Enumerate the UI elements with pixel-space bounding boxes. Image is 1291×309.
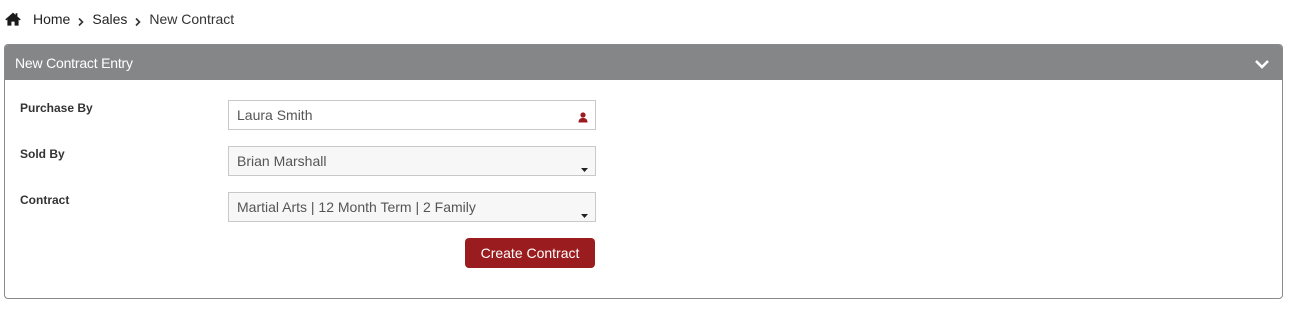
form-row-purchase-by: Purchase By Laura Smith (5, 100, 1282, 130)
purchase-by-value: Laura Smith (237, 107, 313, 123)
contract-value: Martial Arts | 12 Month Term | 2 Family (237, 199, 476, 215)
sold-by-value: Brian Marshall (237, 153, 327, 169)
form-row-sold-by: Sold By Brian Marshall (5, 146, 1282, 176)
breadcrumb: Home Sales New Contract (5, 9, 234, 29)
breadcrumb-item-sales[interactable]: Sales (92, 11, 127, 27)
purchase-by-input[interactable]: Laura Smith (228, 100, 596, 130)
user-icon (578, 110, 588, 122)
caret-down-icon (581, 205, 588, 218)
contract-select[interactable]: Martial Arts | 12 Month Term | 2 Family (228, 192, 596, 222)
breadcrumb-item-new-contract: New Contract (149, 11, 235, 27)
contract-label: Contract (20, 193, 70, 207)
caret-down-icon (581, 159, 588, 172)
home-icon[interactable] (5, 12, 21, 26)
panel-title: New Contract Entry (15, 54, 133, 71)
create-contract-button[interactable]: Create Contract (465, 238, 595, 268)
chevron-right-icon (76, 14, 86, 27)
sold-by-select[interactable]: Brian Marshall (228, 146, 596, 176)
chevron-down-icon[interactable] (1254, 57, 1270, 69)
sold-by-label: Sold By (20, 147, 65, 161)
breadcrumb-item-home[interactable]: Home (33, 11, 70, 27)
purchase-by-label: Purchase By (20, 101, 93, 115)
chevron-right-icon (133, 14, 143, 27)
form-row-contract: Contract Martial Arts | 12 Month Term | … (5, 192, 1282, 222)
panel-header: New Contract Entry (5, 45, 1282, 80)
new-contract-panel: New Contract Entry Purchase By Laura Smi… (4, 44, 1283, 299)
